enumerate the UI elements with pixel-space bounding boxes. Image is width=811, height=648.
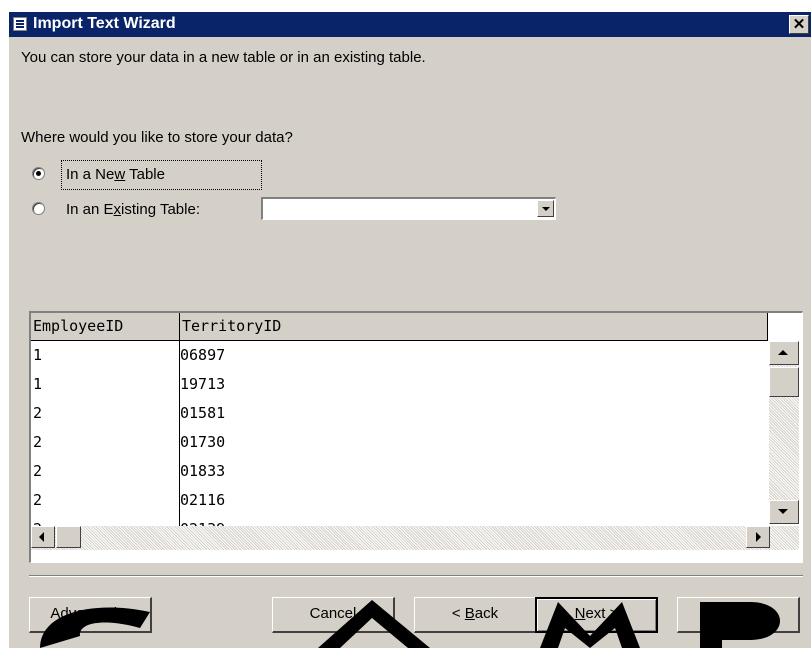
column-header-territoryid[interactable]: TerritoryID bbox=[180, 313, 768, 340]
cell-employeeid: 1 bbox=[33, 346, 43, 364]
cell-employeeid: 2 bbox=[33, 491, 43, 509]
advanced-button[interactable]: Advanced... bbox=[29, 597, 152, 633]
scroll-up-button[interactable] bbox=[769, 341, 799, 365]
back-button[interactable]: < Back bbox=[414, 597, 537, 633]
chevron-down-icon bbox=[542, 207, 550, 211]
existing-table-select[interactable] bbox=[261, 197, 556, 220]
arrow-right-icon bbox=[756, 532, 761, 542]
grid-header: EmployeeID TerritoryID bbox=[31, 313, 768, 341]
column-header-employeeid[interactable]: EmployeeID bbox=[31, 313, 180, 340]
window-title: Import Text Wizard bbox=[33, 15, 176, 32]
cell-territoryid: 01730 bbox=[180, 433, 226, 451]
table-row: 2 01730 bbox=[31, 428, 768, 457]
table-row: 2 01581 bbox=[31, 399, 768, 428]
dropdown-button[interactable] bbox=[537, 200, 554, 217]
vertical-scroll-thumb[interactable] bbox=[769, 367, 799, 397]
scroll-down-button[interactable] bbox=[769, 500, 799, 524]
question-text: Where would you like to store your data? bbox=[21, 129, 293, 146]
close-icon: ✕ bbox=[792, 16, 806, 33]
horizontal-scroll-thumb[interactable] bbox=[56, 526, 81, 548]
finish-button[interactable]: Finish bbox=[677, 597, 800, 633]
next-button[interactable]: Next > bbox=[535, 597, 658, 633]
table-row: 1 06897 bbox=[31, 341, 768, 370]
import-text-wizard-window: Import Text Wizard ✕ You can store your … bbox=[9, 12, 811, 648]
new-table-label[interactable]: In a New Table bbox=[66, 166, 165, 183]
arrow-down-icon bbox=[778, 509, 788, 514]
cell-territoryid: 06897 bbox=[180, 346, 226, 364]
close-button[interactable]: ✕ bbox=[789, 15, 809, 34]
horizontal-scrollbar[interactable] bbox=[31, 526, 799, 550]
arrow-left-icon bbox=[39, 532, 44, 542]
scroll-left-button[interactable] bbox=[31, 526, 55, 548]
existing-table-label[interactable]: In an Existing Table: bbox=[66, 201, 200, 218]
cell-employeeid: 2 bbox=[33, 404, 43, 422]
table-row: 2 02116 bbox=[31, 486, 768, 515]
scroll-right-button[interactable] bbox=[746, 526, 770, 548]
table-row: 202139 bbox=[31, 515, 768, 526]
grid-rows: 1 06897 1 19713 2 01581 2 01730 2 01833 2 0211… bbox=[31, 341, 768, 526]
cell-employeeid: 2 bbox=[31, 515, 179, 526]
intro-text: You can store your data in a new table o… bbox=[21, 49, 426, 66]
existing-table-radio[interactable] bbox=[32, 202, 45, 215]
title-bar: Import Text Wizard ✕ bbox=[9, 12, 811, 37]
cell-territoryid: 01833 bbox=[180, 462, 226, 480]
cell-territoryid: 02116 bbox=[180, 491, 226, 509]
cell-employeeid: 2 bbox=[33, 433, 43, 451]
vertical-scrollbar[interactable] bbox=[769, 341, 799, 524]
cell-territoryid: 02139 bbox=[180, 515, 760, 526]
arrow-up-icon bbox=[778, 350, 788, 355]
cell-employeeid: 2 bbox=[33, 462, 43, 480]
cell-territoryid: 01581 bbox=[180, 404, 226, 422]
cell-territoryid: 19713 bbox=[180, 375, 226, 393]
table-row: 2 01833 bbox=[31, 457, 768, 486]
new-table-radio[interactable] bbox=[32, 167, 45, 180]
separator bbox=[29, 575, 803, 577]
table-row: 1 19713 bbox=[31, 370, 768, 399]
data-preview-grid[interactable]: EmployeeID TerritoryID 1 06897 1 19713 2 01… bbox=[29, 311, 803, 563]
cell-employeeid: 1 bbox=[33, 375, 43, 393]
table-icon bbox=[13, 17, 27, 31]
cancel-button[interactable]: Cancel bbox=[272, 597, 395, 633]
